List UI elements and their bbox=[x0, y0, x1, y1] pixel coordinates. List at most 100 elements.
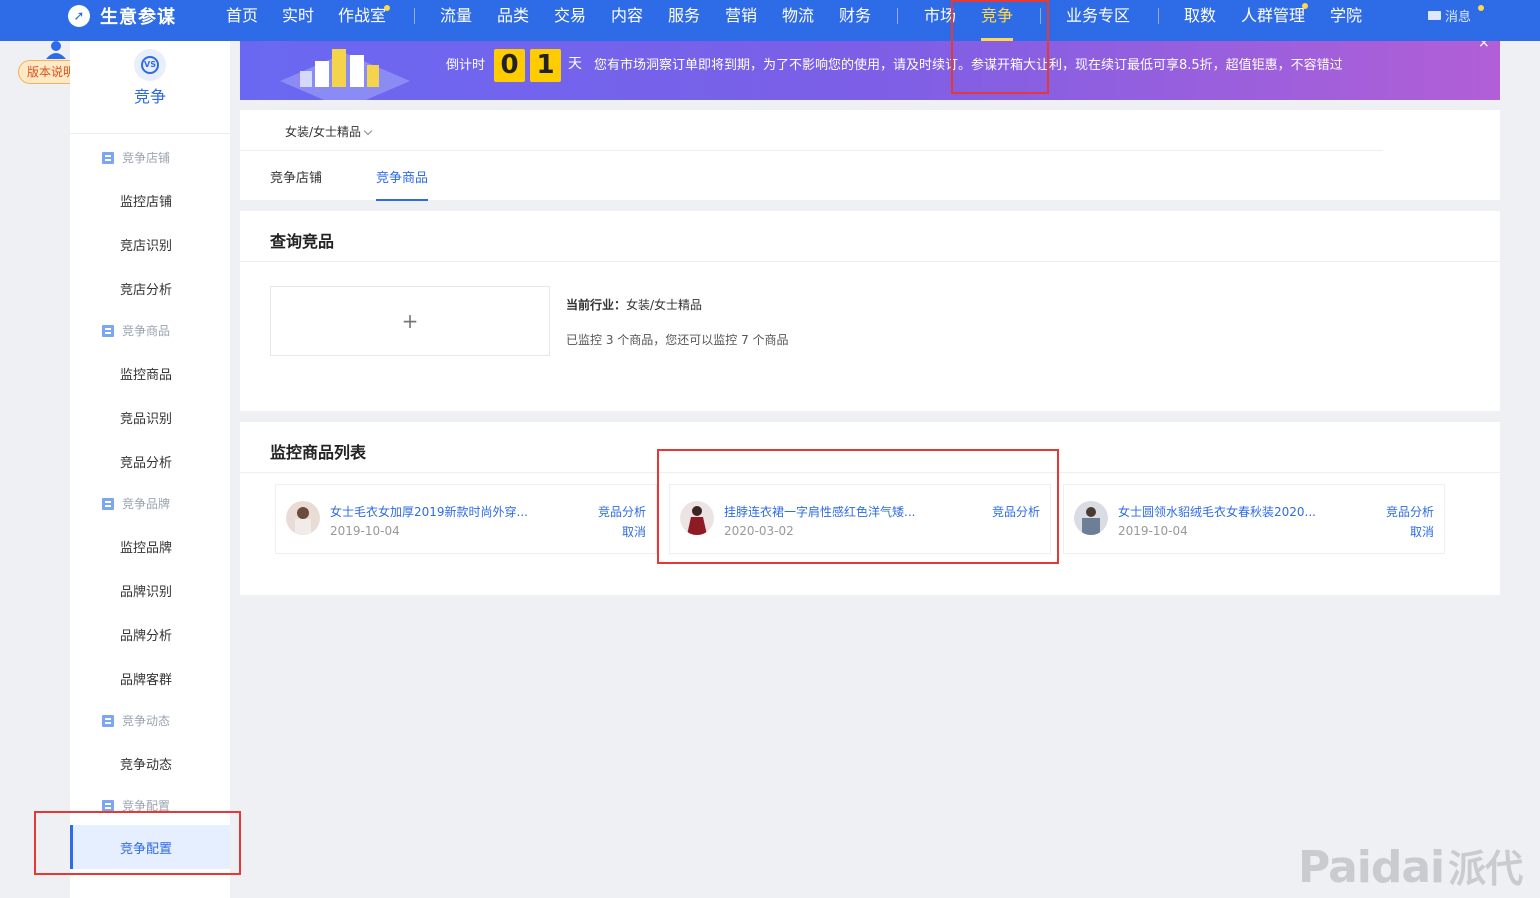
product-date: 2019-10-04 bbox=[330, 524, 400, 538]
notification-dot bbox=[1478, 5, 1484, 11]
sidebar-item-dynamics[interactable]: 竞争动态 bbox=[120, 754, 172, 773]
nav-traffic[interactable]: 流量 bbox=[440, 4, 472, 28]
group-label: 竞争商品 bbox=[122, 324, 171, 338]
nav-service[interactable]: 服务 bbox=[668, 4, 700, 28]
cancel-monitor-link[interactable]: 取消 bbox=[1410, 523, 1434, 540]
building-icon bbox=[102, 714, 114, 727]
sidebar-item-product-identify[interactable]: 竞品识别 bbox=[120, 408, 172, 427]
sidebar-item-monitor-brands[interactable]: 监控品牌 bbox=[120, 537, 172, 556]
sidebar-group-competition-dynamics: 竞争动态 bbox=[102, 712, 170, 729]
sidebar-group-competitor-products: 竞争商品 bbox=[102, 322, 170, 339]
product-thumbnail[interactable] bbox=[286, 501, 320, 535]
message-button[interactable]: 消息 bbox=[1428, 6, 1471, 25]
nav-crowd[interactable]: 人群管理 bbox=[1241, 4, 1305, 28]
nav-marketing[interactable]: 营销 bbox=[725, 4, 757, 28]
app-logo[interactable]: ➚ 生意参谋 bbox=[68, 4, 176, 28]
nav-trade[interactable]: 交易 bbox=[554, 4, 586, 28]
sidebar-group-competitor-brands: 竞争品牌 bbox=[102, 495, 170, 512]
category-select[interactable]: 女装/女士精品 bbox=[285, 123, 373, 140]
sidebar-title: 竞争 bbox=[133, 87, 166, 106]
product-analysis-link[interactable]: 竞品分析 bbox=[1386, 503, 1434, 520]
tab-competitor-shops[interactable]: 竞争店铺 bbox=[270, 167, 322, 186]
countdown-digit: 0 bbox=[494, 49, 525, 82]
highlight-box-product bbox=[657, 449, 1059, 564]
nav-realtime[interactable]: 实时 bbox=[282, 4, 314, 28]
watermark-logo: Paidai 派代 bbox=[1298, 838, 1523, 893]
plus-icon: + bbox=[401, 309, 419, 333]
nav-data-fetch[interactable]: 取数 bbox=[1184, 4, 1216, 28]
industry-label: 当前行业： bbox=[566, 298, 627, 312]
product-name[interactable]: 女士圆领水貂绒毛衣女春秋装2020... bbox=[1118, 503, 1316, 520]
app-title: 生意参谋 bbox=[100, 7, 176, 28]
highlight-box-sidebar bbox=[34, 811, 241, 875]
nav-war-room[interactable]: 作战室 bbox=[338, 4, 386, 28]
sidebar-item-brand-customers[interactable]: 品牌客群 bbox=[120, 669, 172, 688]
countdown-digit: 1 bbox=[530, 49, 561, 82]
current-industry: 当前行业：女装/女士精品 bbox=[566, 296, 702, 313]
product-card: 女士毛衣女加厚2019新款时尚外穿... 2019-10-04 竞品分析 取消 bbox=[275, 484, 657, 554]
cancel-monitor-link[interactable]: 取消 bbox=[622, 523, 646, 540]
nav-finance[interactable]: 财务 bbox=[839, 4, 871, 28]
chevron-down-icon bbox=[363, 126, 373, 136]
city-illustration-icon bbox=[280, 49, 410, 100]
nav-separator bbox=[414, 8, 415, 24]
product-analysis-link[interactable]: 竞品分析 bbox=[598, 503, 646, 520]
sidebar-item-monitor-shops[interactable]: 监控店铺 bbox=[120, 191, 172, 210]
list-title: 监控商品列表 bbox=[270, 443, 367, 462]
nav-business-zone[interactable]: 业务专区 bbox=[1066, 4, 1130, 28]
new-dot bbox=[384, 5, 390, 11]
left-rail bbox=[0, 41, 70, 898]
sidebar: VS 竞争 竞争店铺 监控店铺 竞店识别 竞店分析 竞争商品 监控商品 竞品识别… bbox=[70, 41, 230, 898]
category-card: 女装/女士精品 竞争店铺 竞争商品 bbox=[240, 110, 1500, 201]
compass-icon: ➚ bbox=[68, 5, 90, 27]
product-thumbnail[interactable] bbox=[1074, 501, 1108, 535]
vs-icon: VS bbox=[134, 49, 166, 81]
sidebar-item-brand-analysis[interactable]: 品牌分析 bbox=[120, 625, 172, 644]
sidebar-item-shop-analysis[interactable]: 竞店分析 bbox=[120, 279, 172, 298]
building-icon bbox=[102, 151, 114, 164]
countdown-unit: 天 bbox=[568, 56, 582, 72]
watermark-latin: Paidai bbox=[1298, 842, 1445, 893]
sidebar-group-competitor-shops: 竞争店铺 bbox=[102, 149, 170, 166]
person-icon bbox=[46, 41, 66, 59]
watermark-cjk: 派代 bbox=[1448, 847, 1523, 891]
divider bbox=[240, 261, 1500, 262]
product-date: 2019-10-04 bbox=[1118, 524, 1188, 538]
nav-logistics[interactable]: 物流 bbox=[782, 4, 814, 28]
nav-content[interactable]: 内容 bbox=[611, 4, 643, 28]
sidebar-item-shop-identify[interactable]: 竞店识别 bbox=[120, 235, 172, 254]
nav-category[interactable]: 品类 bbox=[497, 4, 529, 28]
building-icon bbox=[102, 799, 114, 812]
divider bbox=[70, 133, 230, 134]
sidebar-item-monitor-products[interactable]: 监控商品 bbox=[120, 364, 172, 383]
query-title: 查询竞品 bbox=[270, 232, 335, 251]
category-value: 女装/女士精品 bbox=[285, 125, 362, 139]
renewal-banner: 倒计时 0 1 天 您有市场洞察订单即将到期，为了不影响您的使用，请及时续订。参… bbox=[240, 41, 1500, 100]
product-card: 女士圆领水貂绒毛衣女春秋装2020... 2019-10-04 竞品分析 取消 bbox=[1063, 484, 1445, 554]
monitor-count-info: 已监控 3 个商品，您还可以监控 7 个商品 bbox=[566, 333, 789, 347]
close-icon[interactable]: × bbox=[1478, 41, 1490, 51]
industry-value: 女装/女士精品 bbox=[626, 298, 703, 312]
nav-academy[interactable]: 学院 bbox=[1330, 4, 1362, 28]
add-product-button[interactable]: + bbox=[270, 286, 550, 356]
group-label: 竞争品牌 bbox=[122, 497, 171, 511]
top-nav: ➚ 生意参谋 首页 实时 作战室 流量 品类 交易 内容 服务 营销 物流 财务… bbox=[0, 0, 1540, 41]
message-label: 消息 bbox=[1445, 10, 1472, 25]
product-name[interactable]: 女士毛衣女加厚2019新款时尚外穿... bbox=[330, 503, 528, 520]
building-icon bbox=[102, 497, 114, 510]
group-label: 竞争店铺 bbox=[122, 151, 171, 165]
nav-separator bbox=[897, 8, 898, 24]
nav-home[interactable]: 首页 bbox=[226, 4, 258, 28]
highlight-box-nav bbox=[951, 0, 1049, 94]
nav-separator bbox=[1158, 8, 1159, 24]
divider bbox=[240, 150, 1383, 151]
building-icon bbox=[102, 324, 114, 337]
new-dot bbox=[1302, 3, 1308, 9]
group-label: 竞争动态 bbox=[122, 714, 171, 728]
sidebar-item-brand-identify[interactable]: 品牌识别 bbox=[120, 581, 172, 600]
tab-competitor-products[interactable]: 竞争商品 bbox=[376, 167, 429, 201]
countdown-label: 倒计时 bbox=[446, 58, 486, 73]
sidebar-item-product-analysis[interactable]: 竞品分析 bbox=[120, 452, 172, 471]
envelope-icon bbox=[1428, 11, 1441, 20]
query-card: 查询竞品 + 当前行业：女装/女士精品 已监控 3 个商品，您还可以监控 7 个… bbox=[240, 211, 1500, 411]
